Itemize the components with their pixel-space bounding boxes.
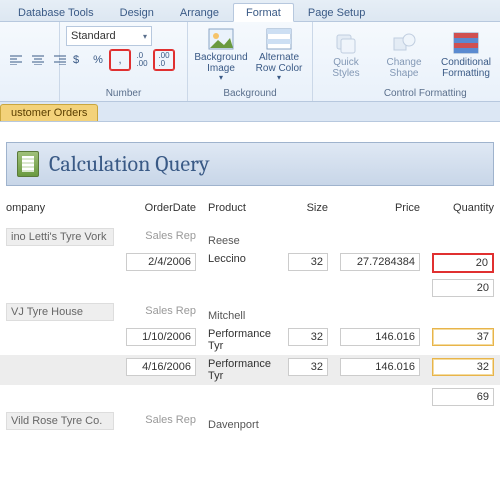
group-header-row: Vild Rose Tyre Co. Sales Rep Davenport — [0, 409, 500, 434]
quantity-cell[interactable]: 20 — [432, 253, 494, 273]
group-control-formatting: Quick Styles Change Shape Conditional Fo… — [313, 22, 500, 101]
comma-button[interactable]: , — [110, 50, 130, 70]
chevron-down-icon: ▾ — [143, 32, 147, 41]
quick-styles-label: Quick Styles — [320, 57, 372, 79]
quick-styles-button[interactable]: Quick Styles — [319, 26, 373, 84]
company-cell[interactable]: Vild Rose Tyre Co. — [6, 412, 114, 430]
increase-decimals-button[interactable]: .0.00 — [132, 50, 152, 70]
group-font — [0, 22, 60, 101]
data-row: 1/10/2006 Performance Tyr 32 146.016 37 — [0, 325, 500, 355]
number-format-dropdown[interactable]: Standard ▾ — [66, 26, 152, 46]
change-shape-button[interactable]: Change Shape — [377, 26, 431, 84]
col-company[interactable]: ompany — [0, 196, 120, 225]
increase-decimals-label: .0.00 — [136, 52, 147, 68]
col-product[interactable]: Product — [202, 196, 282, 225]
background-image-label: Background Image — [194, 52, 247, 74]
quantity-cell[interactable]: 32 — [432, 358, 494, 376]
data-grid: ompany OrderDate Product Size Price Quan… — [0, 196, 500, 434]
price-cell[interactable]: 27.7284384 — [340, 253, 420, 271]
tab-arrange[interactable]: Arrange — [168, 4, 231, 21]
orderdate-cell[interactable]: 1/10/2006 — [126, 328, 196, 346]
chevron-down-icon: ▾ — [219, 74, 223, 83]
price-cell[interactable]: 146.016 — [340, 358, 420, 376]
col-orderdate[interactable]: OrderDate — [120, 196, 202, 225]
group-control-formatting-label: Control Formatting — [319, 86, 500, 99]
size-cell[interactable]: 32 — [288, 328, 328, 346]
sales-rep-label: Sales Rep — [145, 303, 196, 317]
tab-format[interactable]: Format — [233, 3, 294, 22]
tab-page-setup[interactable]: Page Setup — [296, 4, 378, 21]
number-format-value: Standard — [71, 30, 116, 42]
percent-button[interactable]: % — [88, 50, 108, 70]
change-shape-icon — [390, 31, 418, 55]
company-cell[interactable]: ino Letti's Tyre Vork — [6, 228, 114, 246]
price-cell[interactable]: 146.016 — [340, 328, 420, 346]
change-shape-label: Change Shape — [378, 57, 430, 79]
document-tabs: ustomer Orders — [0, 102, 500, 122]
tab-database-tools[interactable]: Database Tools — [6, 4, 106, 21]
size-cell[interactable]: 32 — [288, 253, 328, 271]
product-cell[interactable]: Performance Tyr — [202, 325, 282, 355]
picture-icon — [207, 27, 235, 50]
table-rows-icon — [265, 27, 293, 50]
group-background-label: Background — [194, 86, 306, 99]
decrease-decimals-button[interactable]: .00.0 — [154, 50, 174, 70]
group-header-row: ino Letti's Tyre Vork Sales Rep Reese — [0, 225, 500, 251]
align-center-icon[interactable] — [28, 50, 48, 70]
ribbon-tabs: Database Tools Design Arrange Format Pag… — [0, 0, 500, 22]
document-tab[interactable]: ustomer Orders — [0, 104, 98, 121]
align-left-icon[interactable] — [6, 50, 26, 70]
subtotal-row: 20 — [0, 276, 500, 300]
tab-design[interactable]: Design — [108, 4, 166, 21]
report-title: Calculation Query — [49, 151, 209, 177]
rep-name: Davenport — [202, 409, 500, 434]
col-size[interactable]: Size — [282, 196, 334, 225]
report-icon — [17, 151, 39, 177]
subtotal-row: 69 — [0, 385, 500, 409]
column-headers: ompany OrderDate Product Size Price Quan… — [0, 196, 500, 225]
group-background: Background Image ▾ Alternate Row Color ▾… — [188, 22, 313, 101]
group-number: Standard ▾ $ % , .0.00 .00.0 Number — [60, 22, 188, 101]
orderdate-cell[interactable]: 2/4/2006 — [126, 253, 196, 271]
rep-name: Mitchell — [202, 300, 500, 325]
background-image-button[interactable]: Background Image ▾ — [194, 26, 248, 84]
conditional-formatting-icon — [452, 31, 480, 55]
ribbon: Standard ▾ $ % , .0.00 .00.0 Number — [0, 22, 500, 102]
sales-rep-label: Sales Rep — [145, 228, 196, 242]
group-font-label — [6, 97, 53, 99]
alternate-row-color-button[interactable]: Alternate Row Color ▾ — [252, 26, 306, 84]
company-cell[interactable]: VJ Tyre House — [6, 303, 114, 321]
report-header: Calculation Query — [6, 142, 494, 186]
decrease-decimals-label: .00.0 — [158, 52, 169, 68]
currency-button[interactable]: $ — [66, 50, 86, 70]
col-price[interactable]: Price — [334, 196, 426, 225]
subtotal-cell[interactable]: 20 — [432, 279, 494, 297]
data-row: 4/16/2006 Performance Tyr 32 146.016 32 — [0, 355, 500, 385]
chevron-down-icon: ▾ — [277, 74, 281, 83]
product-cell[interactable]: Performance Tyr — [202, 355, 282, 385]
alternate-row-color-label: Alternate Row Color — [253, 52, 305, 74]
rep-name: Reese — [202, 225, 500, 251]
group-header-row: VJ Tyre House Sales Rep Mitchell — [0, 300, 500, 325]
report-layout-view: Calculation Query ompany OrderDate Produ… — [0, 122, 500, 434]
data-row: 2/4/2006 Leccino 32 27.7284384 20 — [0, 250, 500, 276]
sales-rep-label: Sales Rep — [145, 412, 196, 426]
conditional-formatting-label: Conditional Formatting — [436, 57, 496, 79]
group-number-label: Number — [66, 86, 181, 99]
conditional-formatting-button[interactable]: Conditional Formatting — [435, 26, 497, 84]
product-cell[interactable]: Leccino — [202, 250, 282, 276]
quantity-cell[interactable]: 37 — [432, 328, 494, 346]
subtotal-cell[interactable]: 69 — [432, 388, 494, 406]
col-quantity[interactable]: Quantity — [426, 196, 500, 225]
quick-styles-icon — [332, 31, 360, 55]
size-cell[interactable]: 32 — [288, 358, 328, 376]
orderdate-cell[interactable]: 4/16/2006 — [126, 358, 196, 376]
